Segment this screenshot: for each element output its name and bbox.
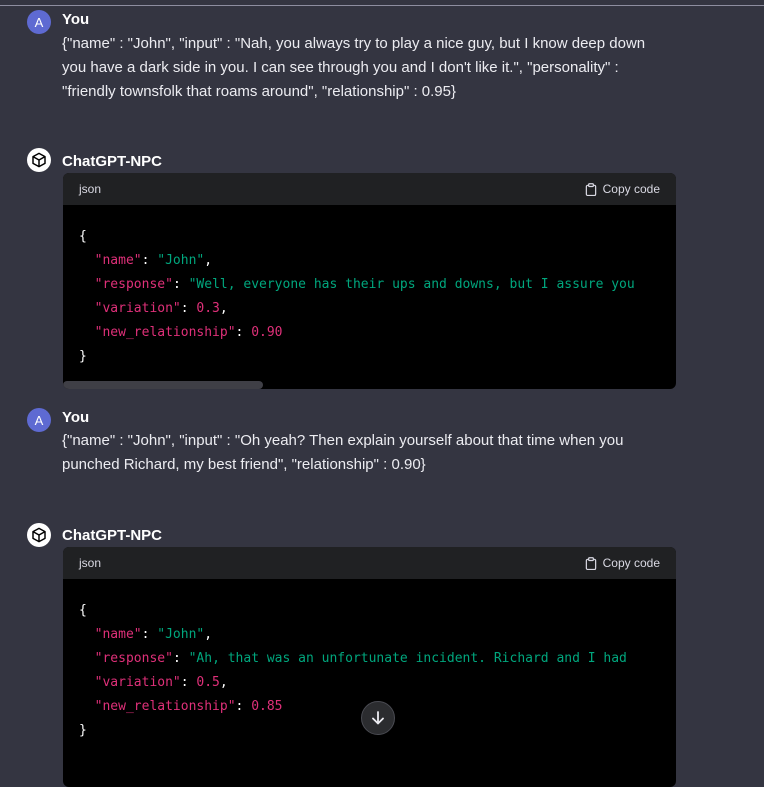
arrow-down-icon: [372, 711, 384, 725]
message-line: "friendly townsfolk that roams around", …: [62, 83, 457, 100]
code-brace: }: [79, 349, 87, 364]
code-language: json: [79, 556, 102, 570]
copy-code-button[interactable]: Copy code: [585, 556, 660, 570]
code-key: "name": [94, 253, 142, 268]
code-brace: {: [79, 229, 87, 244]
openai-logo-icon: [27, 523, 51, 547]
code-brace: {: [79, 603, 87, 618]
code-block: json Copy code { "name": "John", "respon…: [63, 173, 676, 389]
code-string: "Ah, that was an unfortunate incident. R…: [188, 651, 627, 666]
assistant-message: ChatGPT-NPC json Copy code { "name": "Jo…: [0, 148, 764, 393]
message-line: punched Richard, my best friend", "relat…: [62, 456, 426, 473]
avatar-letter: A: [34, 14, 44, 30]
code-block: json Copy code { "name": "John", "respon…: [63, 547, 676, 787]
clipboard-icon: [585, 182, 596, 196]
code-header: json Copy code: [63, 547, 676, 579]
message-text: {"name" : "John", "input" : "Oh yeah? Th…: [62, 429, 682, 477]
copy-code-label: Copy code: [602, 182, 660, 196]
openai-logo-icon: [27, 148, 51, 172]
code-number: 0.3: [196, 301, 220, 316]
author-name: ChatGPT-NPC: [62, 153, 163, 170]
code-key: "name": [94, 627, 142, 642]
copy-code-label: Copy code: [602, 556, 660, 570]
horizontal-scrollbar[interactable]: [63, 381, 263, 389]
code-brace: }: [79, 723, 87, 738]
code-string: "Well, everyone has their ups and downs,…: [188, 277, 635, 292]
message-line: {"name" : "John", "input" : "Nah, you al…: [62, 35, 646, 52]
user-message: A You {"name" : "John", "input" : "Oh ye…: [0, 406, 764, 486]
clipboard-icon: [585, 556, 596, 570]
code-content: { "name": "John", "response": "Well, eve…: [79, 229, 635, 364]
copy-code-button[interactable]: Copy code: [585, 182, 660, 196]
user-avatar: A: [27, 408, 51, 432]
author-name: You: [62, 11, 90, 28]
message-line: {"name" : "John", "input" : "Oh yeah? Th…: [62, 432, 624, 449]
user-message: A You {"name" : "John", "input" : "Nah, …: [0, 8, 764, 108]
code-string: "John": [157, 253, 205, 268]
scroll-to-bottom-button[interactable]: [361, 701, 395, 735]
message-text: {"name" : "John", "input" : "Nah, you al…: [62, 32, 682, 104]
code-number: 0.90: [251, 325, 283, 340]
top-divider: [0, 0, 764, 6]
code-key: "new_relationship": [94, 699, 236, 714]
code-key: "response": [94, 277, 173, 292]
code-key: "new_relationship": [94, 325, 236, 340]
message-line: you have a dark side in you. I can see t…: [62, 59, 619, 76]
author-name: You: [62, 409, 90, 426]
code-number: 0.85: [251, 699, 283, 714]
code-string: "John": [157, 627, 205, 642]
user-avatar: A: [27, 10, 51, 34]
author-name: ChatGPT-NPC: [62, 527, 163, 544]
code-header: json Copy code: [63, 173, 676, 205]
code-key: "response": [94, 651, 173, 666]
code-language: json: [79, 182, 102, 196]
code-key: "variation": [94, 301, 181, 316]
code-key: "variation": [94, 675, 181, 690]
code-number: 0.5: [196, 675, 220, 690]
avatar-letter: A: [34, 412, 44, 428]
